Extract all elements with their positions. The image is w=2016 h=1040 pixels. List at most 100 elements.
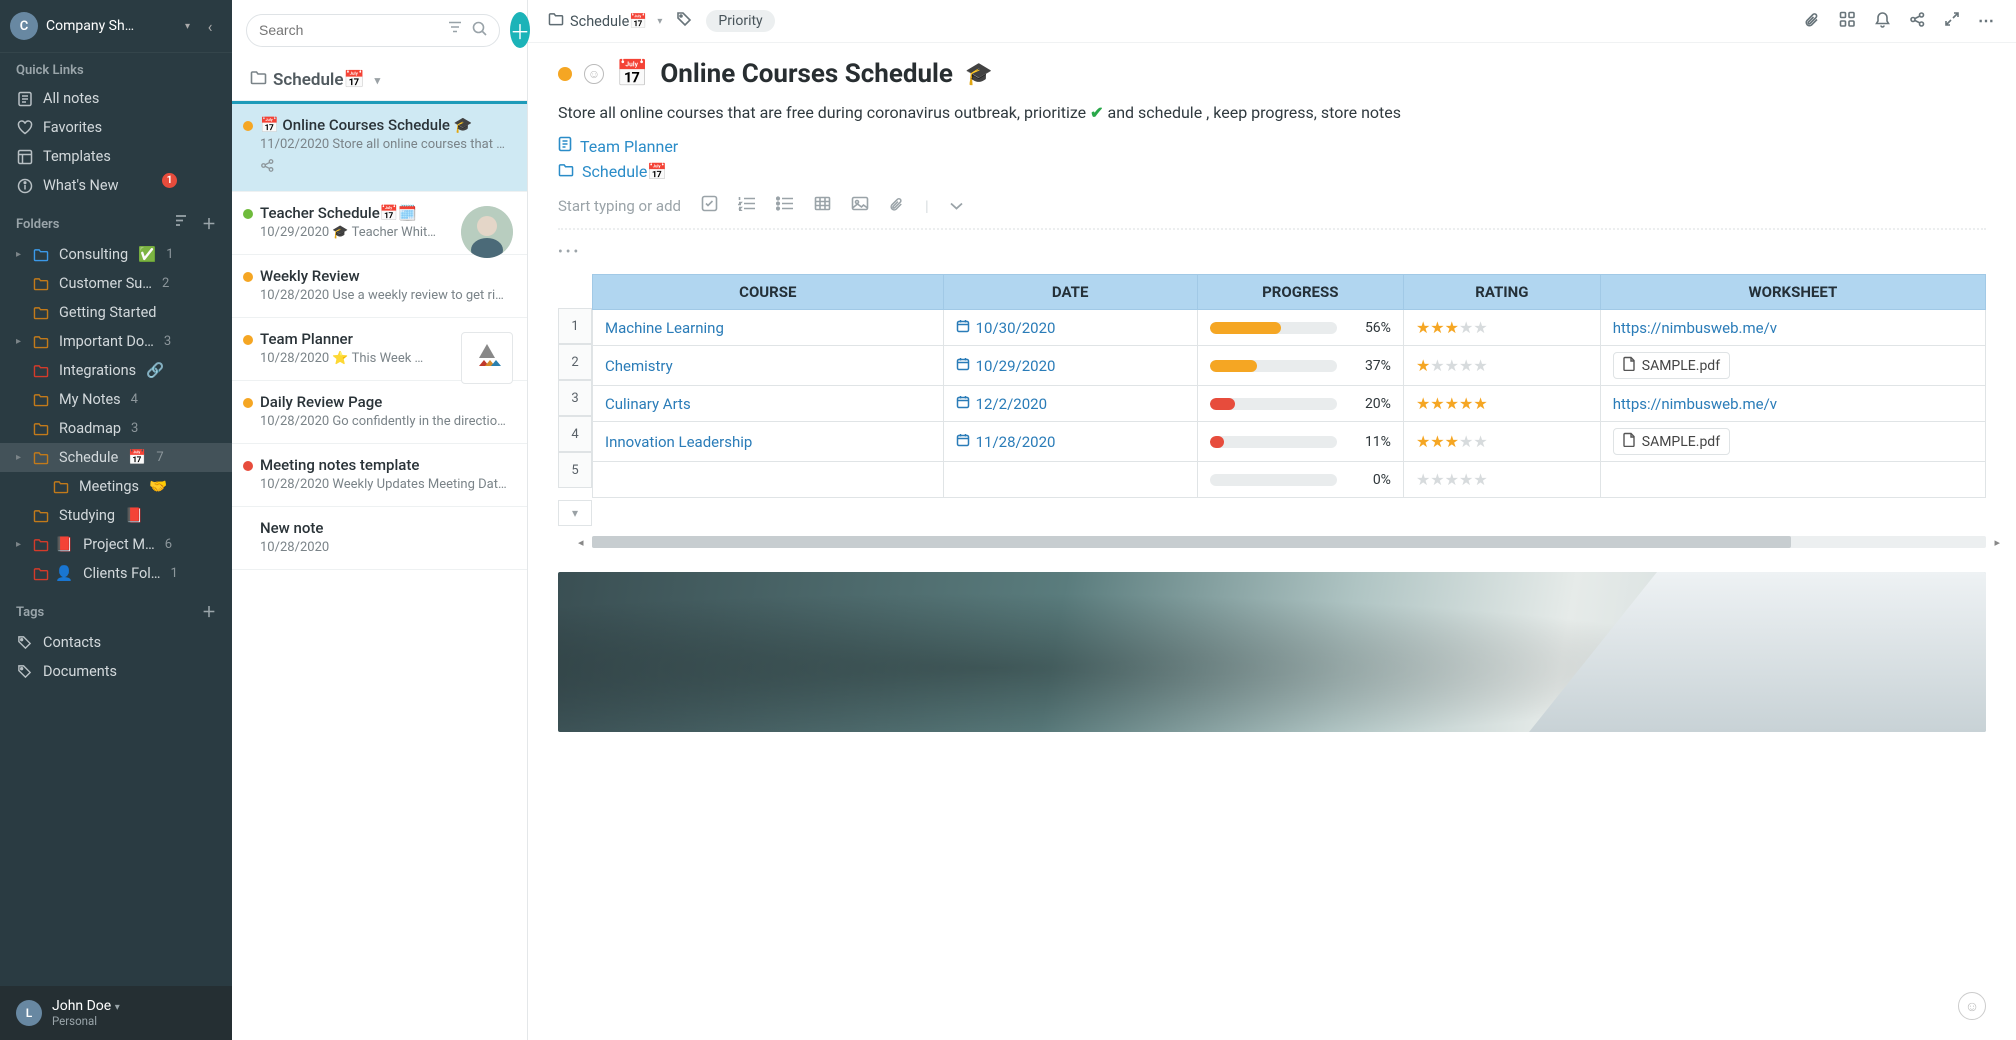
editor-breadcrumb[interactable]: Schedule📅 ▾ xyxy=(548,12,662,30)
worksheet-cell[interactable]: https://nimbusweb.me/v xyxy=(1600,386,1985,422)
table-header[interactable]: WORKSHEET xyxy=(1600,275,1985,310)
note-list-item[interactable]: Team Planner10/28/2020 ⭐ This Week … xyxy=(232,318,527,381)
rating-cell[interactable]: ★★★★★ xyxy=(1403,346,1600,386)
block-menu-button[interactable]: ••• xyxy=(558,244,1986,260)
rating-cell[interactable]: ★★★★★ xyxy=(1403,462,1600,498)
add-table-row-button[interactable]: ▾ xyxy=(558,500,592,526)
progress-cell[interactable]: 37% xyxy=(1197,346,1403,386)
sidebar-folder-meetings[interactable]: Meetings🤝 xyxy=(0,472,232,501)
table-row-number[interactable]: 3 xyxy=(558,380,592,416)
add-reaction-button[interactable]: ☺ xyxy=(1958,992,1986,1020)
rating-cell[interactable]: ★★★★★ xyxy=(1403,422,1600,462)
sidebar-tag-documents[interactable]: Documents xyxy=(0,657,232,686)
table-row-number[interactable]: 1 xyxy=(558,308,592,344)
date-cell[interactable]: 10/30/2020 xyxy=(943,310,1197,346)
bullet-list-button[interactable] xyxy=(776,196,794,215)
sidebar-folder-consulting[interactable]: ▸Consulting✅ 1 xyxy=(0,240,232,269)
sidebar-folder-getting-started[interactable]: Getting Started xyxy=(0,298,232,327)
worksheet-cell[interactable]: SAMPLE.pdf xyxy=(1600,346,1985,386)
sidebar-folder-customer-su-[interactable]: Customer Su… 2 xyxy=(0,269,232,298)
date-cell[interactable]: 10/29/2020 xyxy=(943,346,1197,386)
sidebar-item-what-s-new[interactable]: What's New1 xyxy=(0,171,232,200)
search-input-wrapper[interactable] xyxy=(246,14,500,47)
attach-button[interactable] xyxy=(889,196,905,216)
new-note-button[interactable]: ＋ xyxy=(510,12,530,48)
collapse-sidebar-button[interactable]: ‹ xyxy=(198,17,222,36)
progress-cell[interactable]: 11% xyxy=(1197,422,1403,462)
progress-cell[interactable]: 20% xyxy=(1197,386,1403,422)
sidebar-folder-schedule[interactable]: ▸Schedule📅 7 xyxy=(0,443,232,472)
filter-icon[interactable] xyxy=(448,21,462,40)
note-list-item[interactable]: 📅 Online Courses Schedule 🎓11/02/2020 St… xyxy=(232,101,527,192)
checklist-button[interactable] xyxy=(701,195,718,216)
user-switcher[interactable]: L John Doe ▾ Personal xyxy=(0,986,232,1040)
sidebar-folder-important-do-[interactable]: ▸Important Do… 3 xyxy=(0,327,232,356)
table-header[interactable]: PROGRESS xyxy=(1197,275,1403,310)
progress-cell[interactable]: 56% xyxy=(1197,310,1403,346)
note-title[interactable]: Online Courses Schedule xyxy=(660,59,953,89)
sidebar-folder-studying[interactable]: Studying📕 xyxy=(0,501,232,530)
image-button[interactable] xyxy=(851,196,869,215)
table-header[interactable]: RATING xyxy=(1403,275,1600,310)
note-list-item[interactable]: Daily Review Page10/28/2020 Go confident… xyxy=(232,381,527,444)
rating-cell[interactable]: ★★★★★ xyxy=(1403,310,1600,346)
search-input[interactable] xyxy=(259,22,440,38)
sidebar-folder-clients-fol-[interactable]: 👤Clients Fol… 1 xyxy=(0,559,232,588)
table-row-number[interactable]: 2 xyxy=(558,344,592,380)
worksheet-cell[interactable] xyxy=(1600,462,1985,498)
tag-icon[interactable] xyxy=(676,11,692,31)
note-list-item[interactable]: Meeting notes template10/28/2020 Weekly … xyxy=(232,444,527,507)
rating-cell[interactable]: ★★★★★ xyxy=(1403,386,1600,422)
add-folder-button[interactable]: ＋ xyxy=(202,214,216,234)
attach-button[interactable] xyxy=(1804,11,1821,32)
sidebar-item-templates[interactable]: Templates xyxy=(0,142,232,171)
course-cell[interactable]: Machine Learning xyxy=(593,310,944,346)
worksheet-cell[interactable]: SAMPLE.pdf xyxy=(1600,422,1985,462)
sidebar-folder-project-m-[interactable]: ▸📕Project M… 6 xyxy=(0,530,232,559)
sidebar-item-all-notes[interactable]: All notes xyxy=(0,84,232,113)
more-insert-button[interactable] xyxy=(949,197,964,215)
sidebar-folder-integrations[interactable]: Integrations🔗 xyxy=(0,356,232,385)
table-row-number[interactable]: 5 xyxy=(558,452,592,488)
note-color-dot[interactable] xyxy=(558,67,572,81)
note-list-item[interactable]: Teacher Schedule📅🗓️10/29/2020 🎓 Teacher … xyxy=(232,192,527,255)
table-header[interactable]: COURSE xyxy=(593,275,944,310)
table-horizontal-scrollbar[interactable]: ◂ ▸ xyxy=(592,536,1986,548)
sidebar-tag-contacts[interactable]: Contacts xyxy=(0,628,232,657)
add-tag-button[interactable]: ＋ xyxy=(202,602,216,622)
expand-button[interactable] xyxy=(1944,11,1960,32)
date-cell[interactable]: 11/28/2020 xyxy=(943,422,1197,462)
share-button[interactable] xyxy=(1909,11,1926,32)
date-cell[interactable] xyxy=(943,462,1197,498)
worksheet-cell[interactable]: https://nimbusweb.me/v xyxy=(1600,310,1985,346)
insert-placeholder[interactable]: Start typing or add xyxy=(558,197,681,215)
table-header[interactable]: DATE xyxy=(943,275,1197,310)
workspace-switcher[interactable]: C Company Sh… ▾ ‹ xyxy=(0,0,232,53)
note-description[interactable]: Store all online courses that are free d… xyxy=(558,103,1986,122)
sidebar-folder-my-notes[interactable]: My Notes 4 xyxy=(0,385,232,414)
sort-folders-button[interactable] xyxy=(175,214,190,234)
sidebar-folder-roadmap[interactable]: Roadmap 3 xyxy=(0,414,232,443)
linked-note-team-planner[interactable]: Team Planner xyxy=(558,136,1986,156)
tag-pill[interactable]: Priority xyxy=(706,10,774,32)
caret-down-icon[interactable]: ▾ xyxy=(375,74,381,87)
table-row-number[interactable]: 4 xyxy=(558,416,592,452)
course-cell[interactable] xyxy=(593,462,944,498)
list-breadcrumb[interactable]: Schedule📅 ▾ xyxy=(232,60,527,101)
progress-cell[interactable]: 0% xyxy=(1197,462,1403,498)
search-icon[interactable] xyxy=(472,21,487,40)
table-button[interactable] xyxy=(814,196,831,215)
course-cell[interactable]: Innovation Leadership xyxy=(593,422,944,462)
note-list-item[interactable]: New note10/28/2020 xyxy=(232,507,527,570)
course-cell[interactable]: Culinary Arts xyxy=(593,386,944,422)
apps-button[interactable] xyxy=(1839,11,1856,32)
course-cell[interactable]: Chemistry xyxy=(593,346,944,386)
linked-folder-schedule[interactable]: Schedule📅 xyxy=(558,162,1986,181)
ordered-list-button[interactable] xyxy=(738,196,756,215)
sidebar-item-favorites[interactable]: Favorites xyxy=(0,113,232,142)
note-list-item[interactable]: Weekly Review10/28/2020 Use a weekly rev… xyxy=(232,255,527,318)
more-button[interactable]: ⋯ xyxy=(1978,11,1996,32)
date-cell[interactable]: 12/2/2020 xyxy=(943,386,1197,422)
reminder-button[interactable] xyxy=(1874,11,1891,32)
add-emoji-button[interactable]: ☺ xyxy=(584,64,604,84)
